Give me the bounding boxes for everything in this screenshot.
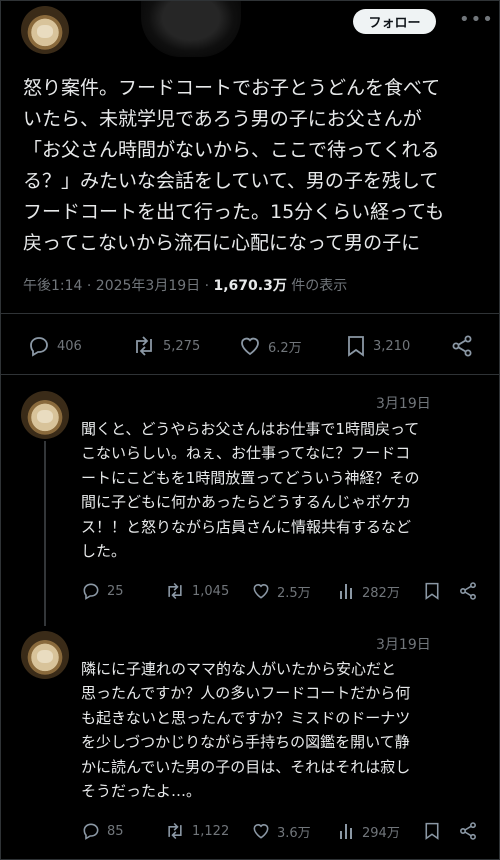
repost-icon: [168, 582, 182, 600]
bookmark-count: 3,210: [373, 338, 411, 354]
reply-button[interactable]: 25: [81, 581, 124, 601]
post-actions: 406 5,275 6.2万 3,210: [1, 334, 500, 358]
heart-icon: [253, 584, 269, 599]
repost-count: 1,045: [192, 583, 230, 599]
reply-avatar[interactable]: [21, 391, 69, 439]
follow-button[interactable]: フォロー: [353, 9, 436, 34]
reply-avatar[interactable]: [21, 631, 69, 679]
share-button[interactable]: [458, 581, 478, 601]
reply-actions: 25 1,045 2.5万 282万: [1, 581, 500, 605]
repost-button[interactable]: 1,122: [164, 821, 229, 841]
bookmark-icon: [348, 336, 364, 357]
reply-button[interactable]: 85: [81, 821, 124, 841]
share-icon: [452, 335, 472, 357]
view-count-label: 件の表示: [286, 278, 348, 294]
post-text: 怒り案件。フードコートでお子とうどんを食べて いたら、未就学児であろう男の子にお…: [23, 77, 445, 254]
reply-text: 隣にに子連れのママ的な人がいたから安心だと 思ったんですか？人の多いフードコート…: [81, 660, 411, 801]
bookmark-button[interactable]: [423, 821, 441, 841]
reply-date[interactable]: 3月19日: [376, 393, 431, 413]
reply-date[interactable]: 3月19日: [376, 634, 431, 654]
repost-icon: [168, 822, 182, 840]
views-count: 282万: [362, 585, 400, 601]
heart-icon: [253, 824, 269, 839]
share-button[interactable]: [450, 334, 474, 358]
repost-icon: [136, 336, 152, 356]
reply-button[interactable]: 406: [27, 334, 82, 358]
bookmark-icon: [425, 582, 439, 600]
reply-icon: [83, 583, 99, 600]
heart-icon: [241, 337, 259, 356]
reply-actions: 85 1,122 3.6万 294万: [1, 821, 500, 845]
reply-count: 406: [57, 338, 82, 354]
post-meta: 午後1:14 · 2025年3月19日 · 1,670.3万 件の表示: [23, 275, 347, 295]
like-count: 6.2万: [268, 340, 302, 356]
repost-button[interactable]: 5,275: [131, 334, 200, 358]
repost-count: 5,275: [163, 338, 201, 354]
bookmark-button[interactable]: [423, 581, 441, 601]
background-photo: [141, 1, 241, 57]
share-icon: [460, 822, 476, 840]
share-icon: [460, 582, 476, 600]
share-button[interactable]: [458, 821, 478, 841]
like-button[interactable]: 3.6万: [251, 821, 311, 841]
view-count: 1,670.3万: [213, 278, 287, 294]
more-options-icon[interactable]: •••: [459, 9, 494, 30]
bookmark-button[interactable]: 3,210: [345, 334, 410, 358]
views-count: 294万: [362, 825, 400, 841]
bar-chart-icon: [340, 824, 352, 839]
like-button[interactable]: 6.2万: [238, 334, 302, 358]
like-count: 2.5万: [277, 585, 311, 601]
repost-button[interactable]: 1,045: [164, 581, 229, 601]
reply-icon: [83, 823, 99, 840]
reply-icon: [30, 337, 48, 357]
like-count: 3.6万: [277, 825, 311, 841]
reply-count: 85: [107, 823, 124, 839]
repost-count: 1,122: [192, 823, 230, 839]
post-timestamp[interactable]: 午後1:14 · 2025年3月19日 ·: [23, 278, 214, 294]
reply-text: 聞くと、どうやらお父さんはお仕事で1時間戻って こないらしい。ねぇ、お仕事ってな…: [81, 420, 420, 561]
divider: [1, 313, 500, 314]
views-button[interactable]: 282万: [338, 581, 400, 601]
post-thread-view: フォロー ••• 怒り案件。フードコートでお子とうどんを食べて いたら、未就学児…: [0, 0, 500, 860]
reply-count: 25: [107, 583, 124, 599]
author-avatar[interactable]: [21, 6, 69, 54]
like-button[interactable]: 2.5万: [251, 581, 311, 601]
divider: [1, 374, 500, 375]
views-button[interactable]: 294万: [338, 821, 400, 841]
bar-chart-icon: [340, 584, 352, 599]
bookmark-icon: [425, 822, 439, 840]
